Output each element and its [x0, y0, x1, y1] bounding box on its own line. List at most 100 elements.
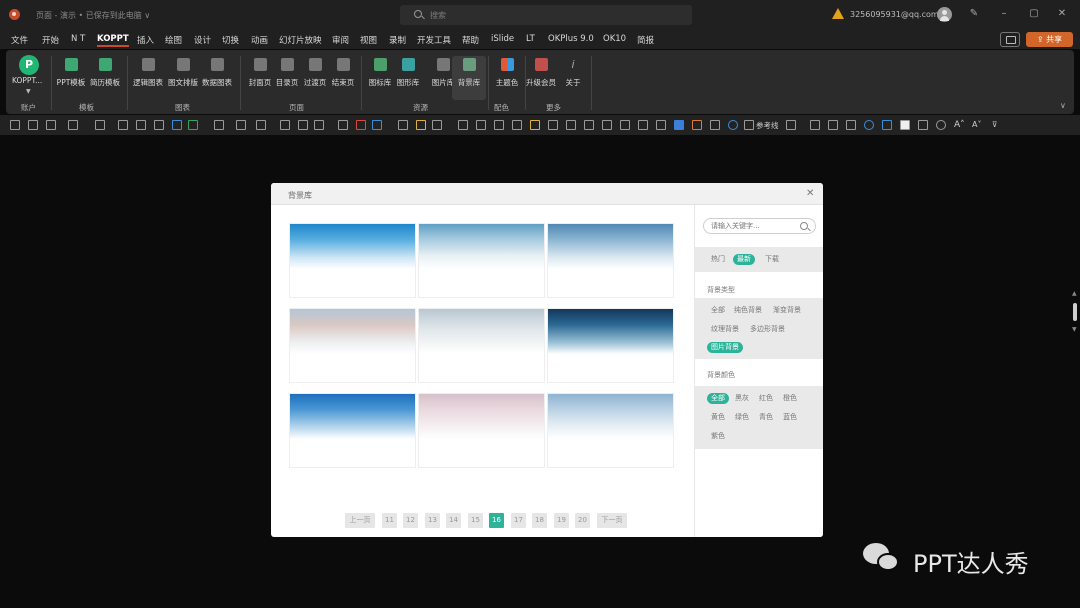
data-chart-button[interactable]: 数据图表 [200, 56, 234, 100]
upgrade-member-button[interactable]: 升级会员 [524, 56, 558, 100]
page-button[interactable]: 14 [446, 513, 461, 528]
font-shrink-icon[interactable]: A˅ [972, 120, 981, 129]
color-cyan[interactable]: 青色 [759, 412, 773, 423]
close-icon[interactable]: ✕ [806, 188, 814, 199]
logic-chart-button[interactable]: 逻辑图表 [131, 56, 165, 100]
tool-icon[interactable] [620, 120, 630, 130]
tool-icon[interactable] [566, 120, 576, 130]
ppt-template-button[interactable]: PPT模板 [54, 56, 88, 100]
close-icon[interactable]: ✕ [1056, 8, 1068, 20]
tool-icon[interactable] [256, 120, 266, 130]
account-email[interactable]: 3256095931@qq.com [850, 10, 939, 19]
restore-icon[interactable]: ▢ [1028, 8, 1040, 20]
tool-icon[interactable] [674, 120, 684, 130]
search-box[interactable]: 搜索 [400, 5, 692, 25]
tool-icon[interactable] [882, 120, 892, 130]
tool-icon[interactable] [338, 120, 348, 130]
color-green[interactable]: 绿色 [735, 412, 749, 423]
sort-latest[interactable]: 最新 [733, 254, 755, 265]
tool-icon[interactable] [372, 120, 382, 130]
tool-icon[interactable] [602, 120, 612, 130]
tool-icon[interactable] [728, 120, 738, 130]
background-thumbnail[interactable] [418, 393, 545, 468]
tab-design[interactable]: 设计 [194, 34, 211, 46]
tab-animations[interactable]: 动画 [251, 34, 268, 46]
comment-button[interactable] [1000, 32, 1020, 47]
resume-template-button[interactable]: 简历模板 [88, 56, 122, 100]
tab-file[interactable]: 文件 [11, 34, 28, 46]
tool-icon[interactable] [188, 120, 198, 130]
color-blue[interactable]: 蓝色 [783, 412, 797, 423]
color-orange[interactable]: 橙色 [783, 393, 797, 404]
color-gray[interactable]: 黑灰 [735, 393, 749, 404]
koppt-logo-icon[interactable] [19, 55, 39, 75]
type-gradient[interactable]: 渐变背景 [773, 305, 801, 316]
tool-icon[interactable] [828, 120, 838, 130]
tool-icon[interactable] [172, 120, 182, 130]
tool-icon[interactable] [398, 120, 408, 130]
tab-nt[interactable]: N T [71, 34, 85, 44]
scroll-up-icon[interactable]: ▲ [1072, 290, 1077, 297]
tab-koppt[interactable]: KOPPT [97, 34, 129, 47]
ref-line-checkbox[interactable] [744, 120, 754, 130]
tab-review[interactable]: 审阅 [332, 34, 349, 46]
background-thumbnail[interactable] [289, 223, 416, 298]
avatar[interactable] [937, 7, 952, 22]
tool-icon[interactable] [936, 120, 946, 130]
page-button[interactable]: 18 [532, 513, 547, 528]
tool-icon[interactable] [810, 120, 820, 130]
type-image[interactable]: 图片背景 [707, 342, 743, 353]
tool-icon[interactable] [656, 120, 666, 130]
tab-record[interactable]: 录制 [389, 34, 406, 46]
page-button-current[interactable]: 16 [489, 513, 504, 528]
tool-icon[interactable] [46, 120, 56, 130]
tool-icon[interactable] [298, 120, 308, 130]
tab-lt[interactable]: LT [526, 34, 535, 44]
shape-library-button[interactable]: 图形库 [391, 56, 425, 100]
tool-icon[interactable] [95, 120, 105, 130]
background-thumbnail[interactable] [547, 308, 674, 383]
tool-icon[interactable] [356, 120, 366, 130]
background-library-button[interactable]: 背景库 [452, 56, 486, 100]
type-solid[interactable]: 纯色背景 [734, 305, 762, 316]
page-button[interactable]: 20 [575, 513, 590, 528]
tool-icon[interactable] [864, 120, 874, 130]
tool-icon[interactable] [28, 120, 38, 130]
tool-icon[interactable] [638, 120, 648, 130]
page-button[interactable]: 12 [403, 513, 418, 528]
color-yellow[interactable]: 黄色 [711, 412, 725, 423]
tab-transitions[interactable]: 切换 [222, 34, 239, 46]
next-page-button[interactable]: 下一页 [597, 513, 627, 528]
tool-icon[interactable] [236, 120, 246, 130]
page-button[interactable]: 15 [468, 513, 483, 528]
tool-icon[interactable] [584, 120, 594, 130]
background-thumbnail[interactable] [289, 308, 416, 383]
sort-hot[interactable]: 热门 [711, 254, 725, 265]
tool-icon[interactable] [314, 120, 324, 130]
background-thumbnail[interactable] [547, 223, 674, 298]
background-thumbnail[interactable] [547, 393, 674, 468]
tool-icon[interactable] [692, 120, 702, 130]
search-icon[interactable] [800, 222, 808, 230]
tool-icon[interactable] [10, 120, 20, 130]
collapse-ribbon-icon[interactable]: ∨ [1060, 101, 1066, 110]
page-button[interactable]: 11 [382, 513, 397, 528]
tool-icon[interactable] [846, 120, 856, 130]
prev-page-button[interactable]: 上一页 [345, 513, 375, 528]
tool-icon[interactable] [68, 120, 78, 130]
background-thumbnail[interactable] [418, 308, 545, 383]
background-thumbnail[interactable] [418, 223, 545, 298]
more-icon[interactable]: ⊽ [992, 120, 998, 129]
tab-insert[interactable]: 插入 [137, 34, 154, 46]
tab-draw[interactable]: 绘图 [165, 34, 182, 46]
theme-color-button[interactable]: 主题色 [490, 56, 524, 100]
tool-icon[interactable] [512, 120, 522, 130]
tool-icon[interactable] [918, 120, 928, 130]
minimize-icon[interactable]: – [998, 8, 1010, 20]
tab-briefing[interactable]: 简报 [637, 34, 654, 46]
tool-icon[interactable] [118, 120, 128, 130]
keyword-search[interactable] [703, 218, 816, 234]
tab-home[interactable]: 开始 [42, 34, 59, 46]
type-all[interactable]: 全部 [711, 305, 725, 316]
tool-icon[interactable] [494, 120, 504, 130]
